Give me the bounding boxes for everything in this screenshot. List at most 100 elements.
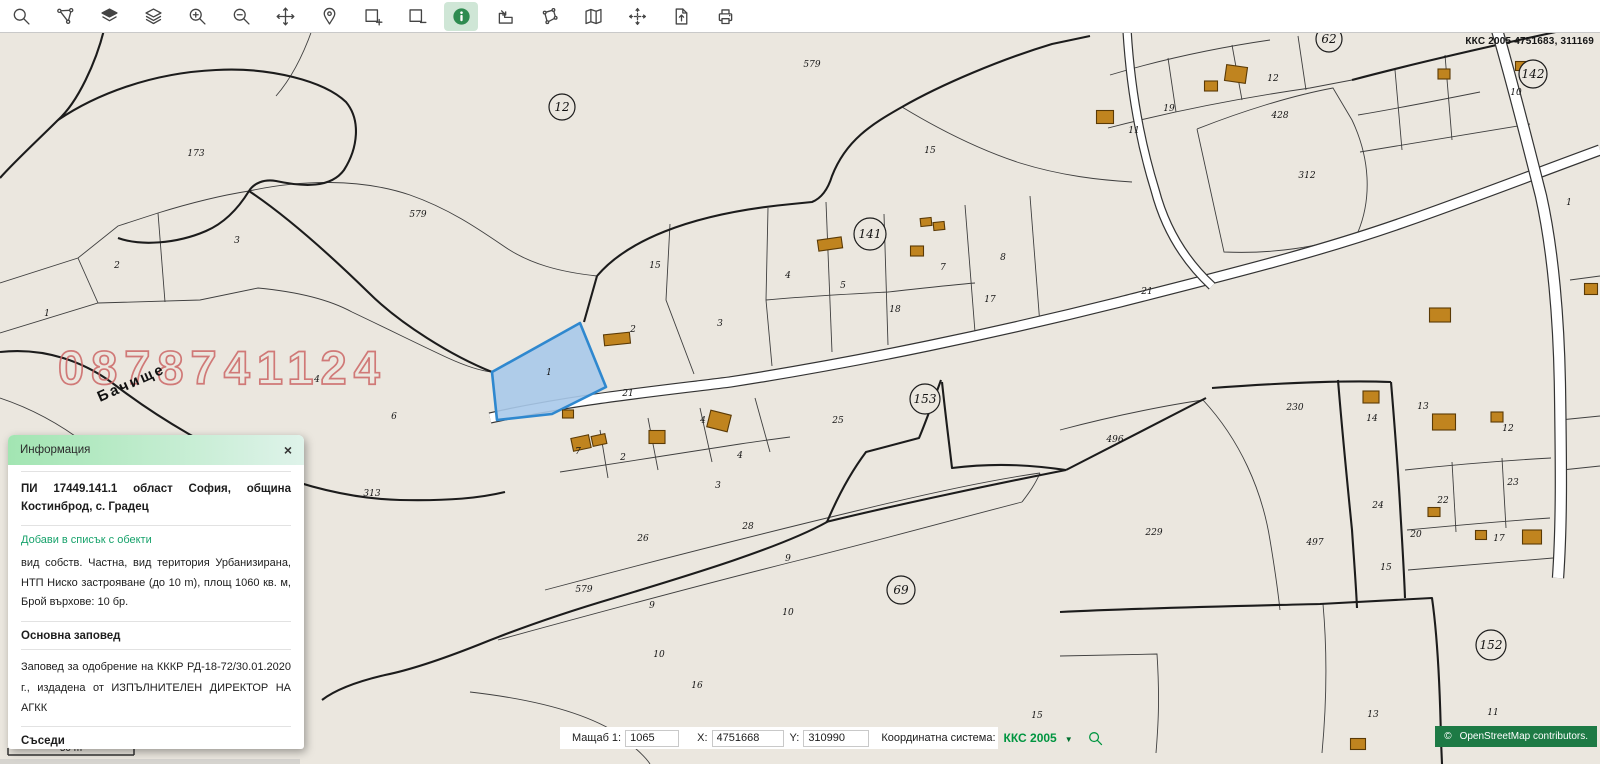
crs-dropdown[interactable]: ККС 2005 (1004, 731, 1057, 745)
building[interactable] (1585, 284, 1598, 295)
parcel-number-label: 16 (691, 681, 703, 691)
layers-button[interactable] (136, 2, 170, 31)
crs-coordinates-readout: ККС 2005 4751683, 311169 (1465, 36, 1594, 47)
parcel-number-label: 15 (924, 146, 936, 156)
x-coordinate-input[interactable] (712, 730, 784, 747)
selected-parcel-number: 1 (546, 368, 552, 378)
y-coordinate-input[interactable] (803, 730, 869, 747)
building[interactable] (591, 434, 607, 447)
building[interactable] (603, 332, 630, 346)
parcel-number-label: 22 (1436, 496, 1449, 506)
parcel-number-label: 15 (1380, 563, 1392, 573)
parcel-number-label: 312 (1298, 171, 1315, 181)
layers-filled-icon (99, 6, 120, 27)
parcel-number-label: 579 (575, 585, 592, 595)
corner-snap-button[interactable] (488, 2, 522, 31)
parcel-number-label: 15 (1031, 711, 1043, 721)
parcel-number-label: 229 (1144, 528, 1162, 538)
parcel-number-label: 7 (940, 263, 946, 273)
axes-crosshair-button[interactable] (620, 2, 654, 31)
building[interactable] (1523, 530, 1542, 544)
select-rect-subtract-button[interactable] (400, 2, 434, 31)
polygon-select-button[interactable] (532, 2, 566, 31)
building[interactable] (1430, 308, 1451, 322)
parcel-number-label: 579 (409, 210, 426, 220)
zoom-out-icon (231, 6, 252, 27)
close-icon[interactable]: × (284, 443, 292, 457)
info-panel-title: Информация (20, 444, 90, 456)
cadastral-region-number: 69 (893, 583, 909, 597)
parcel-number-label: 7 (575, 447, 581, 457)
scale-label: Мащаб 1: (572, 732, 621, 744)
route-measure-icon (55, 6, 76, 27)
route-measure-button[interactable] (48, 2, 82, 31)
x-label: X: (697, 732, 707, 744)
info-button[interactable] (444, 2, 478, 31)
osm-attribution[interactable]: © OpenStreetMap contributors. (1435, 726, 1597, 747)
building[interactable] (920, 217, 932, 226)
map-sheet-button[interactable] (576, 2, 610, 31)
layers-filled-button[interactable] (92, 2, 126, 31)
coordinates-search-button[interactable] (1087, 730, 1104, 747)
export-file-button[interactable] (664, 2, 698, 31)
parcel-number-label: 14 (1366, 414, 1378, 424)
copyright-icon: © (1444, 731, 1451, 742)
search-icon (1087, 730, 1104, 747)
parcel-number-label: 8 (1000, 253, 1006, 263)
building[interactable] (1438, 69, 1450, 79)
parcel-number-label: 1 (44, 309, 50, 319)
pan-button[interactable] (268, 2, 302, 31)
search-icon (11, 6, 32, 27)
parcel-number-label: 24 (1371, 501, 1384, 511)
building[interactable] (1205, 81, 1218, 91)
zoom-in-button[interactable] (180, 2, 214, 31)
building[interactable] (911, 246, 924, 256)
parcel-number-label: 23 (1506, 478, 1519, 488)
building[interactable] (1476, 531, 1487, 540)
parcel-number-label: 496 (1105, 435, 1123, 445)
toolbar (0, 0, 1600, 33)
parcel-number-label: 6 (391, 412, 397, 422)
building[interactable] (1097, 111, 1114, 124)
building[interactable] (1224, 65, 1247, 84)
caret-down-icon[interactable]: ▼ (1065, 735, 1073, 744)
building[interactable] (1491, 412, 1503, 422)
parcel-number-label: 2 (113, 261, 120, 271)
building[interactable] (1428, 508, 1440, 517)
osm-attribution-text: OpenStreetMap contributors. (1460, 731, 1588, 742)
building[interactable] (563, 410, 574, 418)
building[interactable] (1363, 391, 1379, 403)
parcel-number-label: 18 (889, 305, 901, 315)
select-rect-add-button[interactable] (356, 2, 390, 31)
parcel-number-label: 19 (1163, 104, 1175, 114)
parcel-number-label: 4 (784, 271, 791, 281)
scale-input[interactable] (625, 730, 679, 747)
parcel-number-label: 9 (649, 601, 655, 611)
building[interactable] (1351, 739, 1366, 750)
building[interactable] (1433, 414, 1456, 430)
parcel-number-label: 173 (187, 149, 204, 159)
cadastral-region-number: 152 (1480, 638, 1503, 652)
parcel-number-label: 2 (619, 453, 626, 463)
cadastral-region-number: 141 (859, 227, 882, 241)
main-order-text: Заповед за одобрение на КККР РД-18-72/30… (21, 649, 291, 726)
cadastral-region-number: 62 (1321, 32, 1336, 46)
parcel-number-label: 12 (1502, 424, 1514, 434)
parcel-number-label: 497 (1305, 538, 1323, 548)
parcel-number-label: 4 (699, 416, 706, 426)
export-file-icon (671, 6, 692, 27)
select-rect-subtract-icon (407, 6, 428, 27)
parcel-number-label: 3 (234, 236, 240, 246)
building[interactable] (649, 431, 665, 444)
building[interactable] (933, 221, 945, 230)
parcel-number-label: 313 (363, 489, 380, 499)
map-sheet-icon (583, 6, 604, 27)
add-to-object-list-link[interactable]: Добави в списък с обекти (21, 526, 291, 550)
print-button[interactable] (708, 2, 742, 31)
parcel-number-label: 15 (649, 261, 661, 271)
location-marker-button[interactable] (312, 2, 346, 31)
cadastral-region-number: 12 (554, 100, 569, 114)
search-button[interactable] (4, 2, 38, 31)
zoom-out-button[interactable] (224, 2, 258, 31)
info-panel-body: ПИ 17449.141.1 област София, община Кост… (8, 465, 304, 749)
